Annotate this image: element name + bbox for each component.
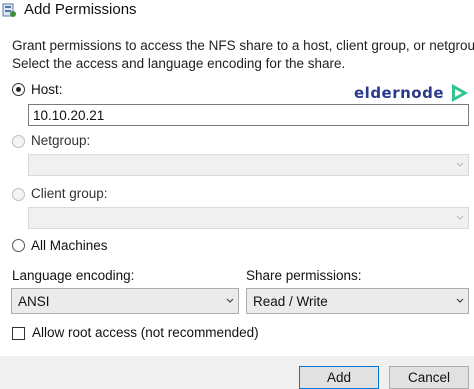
client-group-radio[interactable] [12,188,25,201]
language-encoding-value: ANSI [18,294,50,309]
client-group-select[interactable] [28,207,469,229]
host-radio[interactable] [12,83,25,96]
server-share-icon [2,3,16,17]
share-permissions-select[interactable]: Read / Write [246,288,469,314]
chevron-down-icon [226,298,234,303]
all-machines-radio[interactable] [12,239,25,252]
all-machines-label: All Machines [31,238,108,253]
cancel-button[interactable]: Cancel [389,366,469,389]
client-group-label: Client group: [31,186,108,201]
dialog-description: Grant permissions to access the NFS shar… [12,37,474,73]
chevron-down-icon [456,162,464,167]
host-label: Host: [31,82,63,97]
chevron-down-icon [456,298,464,303]
allow-root-access-checkbox[interactable] [12,327,25,340]
host-input[interactable]: 10.10.20.21 [28,104,469,126]
language-encoding-select[interactable]: ANSI [11,288,239,314]
logo-arrow-icon [452,84,468,102]
logo-text: eldernode [354,84,445,102]
share-permissions-label: Share permissions: [246,268,362,283]
netgroup-label: Netgroup: [31,133,91,148]
netgroup-radio[interactable] [12,135,25,148]
add-button[interactable]: Add [299,366,379,389]
netgroup-select[interactable] [28,154,469,176]
allow-root-access-label: Allow root access (not recommended) [32,325,259,340]
description-line-1: Grant permissions to access the NFS shar… [12,38,474,53]
title-bar: Add Permissions [0,0,474,22]
share-permissions-value: Read / Write [253,294,328,309]
language-encoding-label: Language encoding: [12,268,135,283]
chevron-down-icon [456,215,464,220]
description-line-2: Select the access and language encoding … [12,56,346,71]
window-title: Add Permissions [24,1,137,18]
